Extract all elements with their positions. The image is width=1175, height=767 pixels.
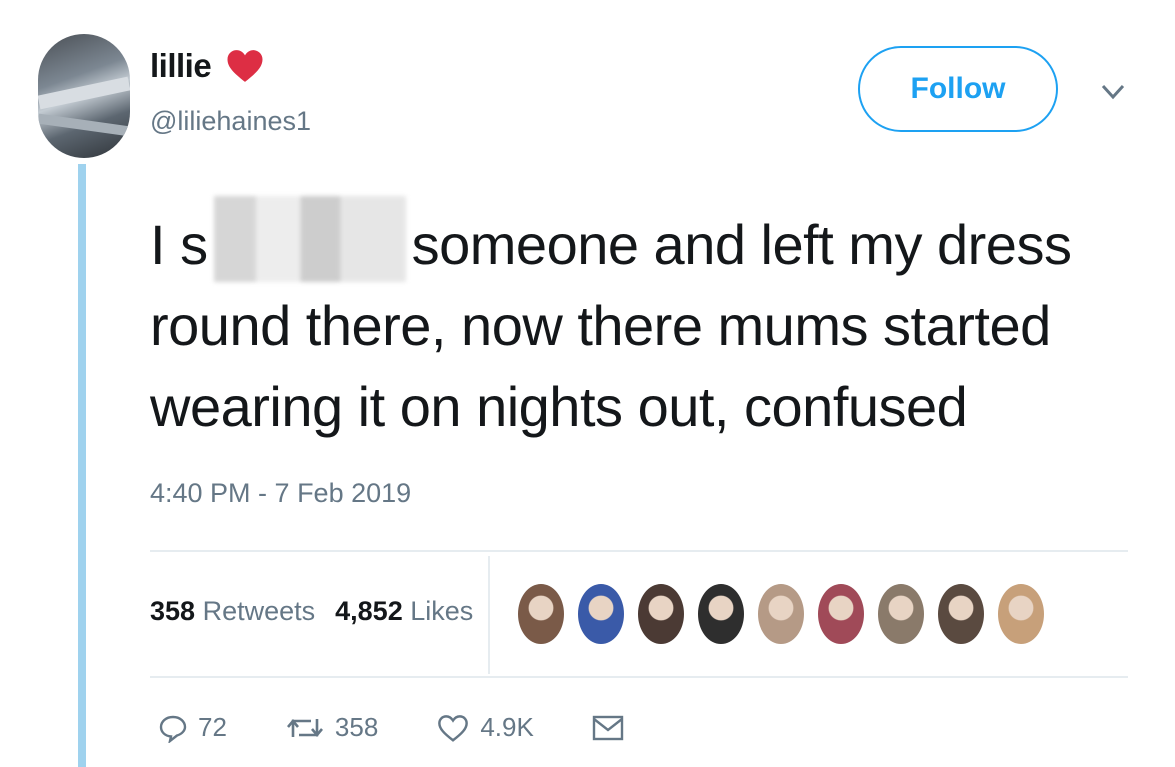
reply-count: 72 <box>198 712 227 742</box>
tweet-timestamp[interactable]: 4:40 PM - 7 Feb 2019 <box>150 478 411 509</box>
liker-avatar[interactable] <box>516 582 566 646</box>
envelope-icon <box>592 715 624 740</box>
liker-avatar[interactable] <box>756 582 806 646</box>
tweet-actions: 72 358 4.9K <box>158 712 692 743</box>
retweet-button[interactable]: 358 <box>285 712 378 743</box>
thread-line <box>78 164 86 767</box>
user-handle[interactable]: @liliehaines1 <box>150 106 311 137</box>
chevron-down-icon[interactable] <box>1098 80 1128 104</box>
like-button[interactable]: 4.9K <box>436 712 534 743</box>
follow-button[interactable]: Follow <box>858 46 1058 132</box>
redacted-blur <box>213 196 406 282</box>
user-name[interactable]: lillie <box>150 47 212 85</box>
liker-avatar[interactable] <box>576 582 626 646</box>
liker-avatars <box>516 582 1046 646</box>
like-count: 4.9K <box>480 712 534 742</box>
divider-bottom <box>150 676 1128 678</box>
heart-emoji-icon <box>227 50 263 82</box>
divider-top <box>150 550 1128 552</box>
liker-avatar[interactable] <box>636 582 686 646</box>
tweet-stats: 358 Retweets 4,852 Likes <box>150 596 473 627</box>
liker-avatar[interactable] <box>876 582 926 646</box>
liker-avatar[interactable] <box>696 582 746 646</box>
heart-icon <box>438 714 469 742</box>
avatar[interactable] <box>38 34 130 158</box>
liker-avatar[interactable] <box>936 582 986 646</box>
direct-message-button[interactable] <box>592 714 634 742</box>
liker-avatar[interactable] <box>996 582 1046 646</box>
liker-avatar[interactable] <box>816 582 866 646</box>
likes-stat[interactable]: 4,852 Likes <box>335 596 473 627</box>
reply-button[interactable]: 72 <box>158 712 227 743</box>
tweet-text-start: I s <box>150 213 208 276</box>
tweet-text: I s someone and left my dress round there… <box>150 196 1110 447</box>
stats-divider <box>488 556 490 674</box>
retweet-count: 358 <box>334 712 379 742</box>
user-name-row: lillie <box>150 46 265 86</box>
retweet-icon <box>286 718 323 737</box>
reply-icon <box>159 715 187 743</box>
retweets-stat[interactable]: 358 Retweets <box>150 596 315 627</box>
